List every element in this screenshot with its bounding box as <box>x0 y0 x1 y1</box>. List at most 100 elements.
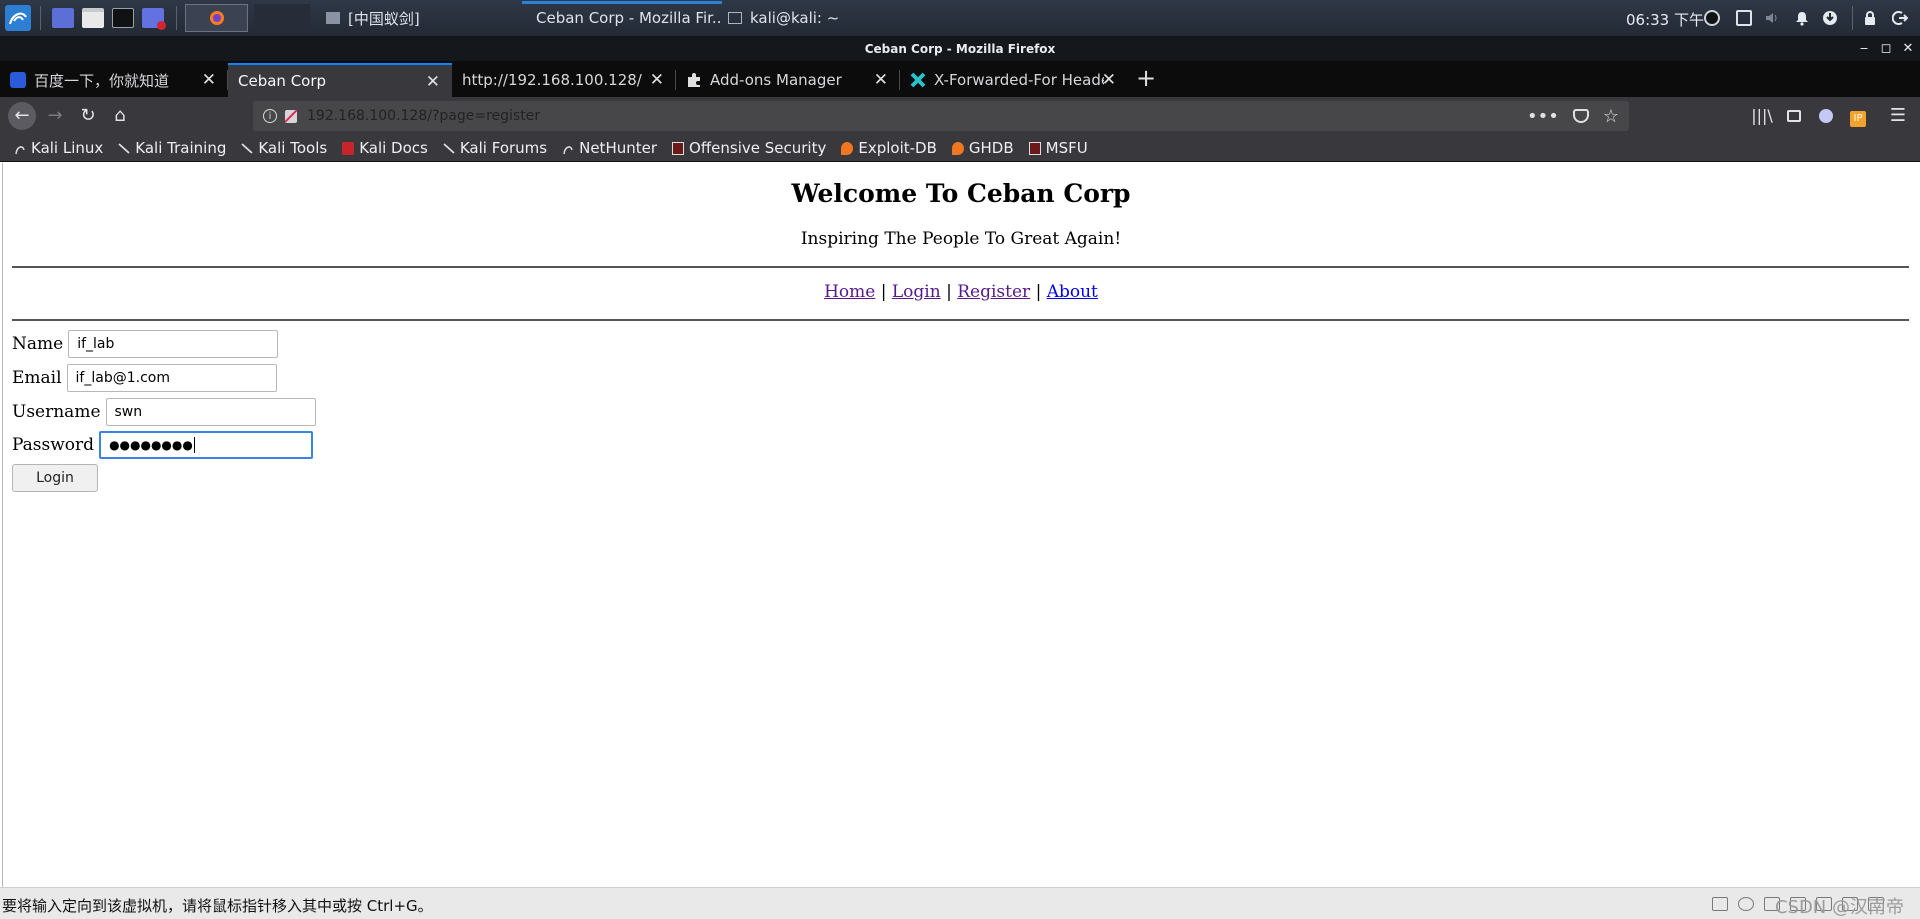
bookmark-kali-training[interactable]: Kali Training <box>118 139 226 157</box>
reload-icon[interactable]: ↻ <box>74 102 102 130</box>
divider <box>12 319 1909 321</box>
forward-arrow-icon[interactable]: → <box>41 102 69 130</box>
taskbar-item-firefox[interactable]: Ceban Corp - Mozilla Fir... <box>522 1 722 32</box>
url-bar[interactable]: i 192.168.100.128 /?page=register ••• ☆ <box>253 101 1629 131</box>
taskbar-item-antsword[interactable]: [中国蚁剑] <box>320 4 520 32</box>
bookmark-kali-tools[interactable]: Kali Tools <box>241 139 327 157</box>
network-icon[interactable] <box>1822 10 1838 26</box>
tab-label: X-Forwarded-For Heade <box>934 71 1104 89</box>
tab-addons-manager[interactable]: Add-ons Manager ✕ <box>676 63 900 97</box>
panel-separator <box>1852 6 1853 30</box>
workspace-switcher[interactable] <box>254 4 310 32</box>
bookmark-nethunter[interactable]: NetHunter <box>562 139 657 157</box>
name-field[interactable]: if_lab <box>68 330 279 358</box>
info-icon[interactable]: i <box>263 109 277 123</box>
name-row: Name if_lab <box>12 330 279 358</box>
taskbar-item-terminal[interactable]: kali@kali: ~ <box>722 4 922 32</box>
back-arrow-icon[interactable]: ← <box>8 102 36 130</box>
bookmark-kali-docs[interactable]: Kali Docs <box>342 139 428 157</box>
bookmark-msfu[interactable]: MSFU <box>1028 139 1088 157</box>
page-title: Welcome To Ceban Corp <box>791 179 1131 208</box>
username-field[interactable]: swn <box>105 398 316 426</box>
tab-close-icon[interactable]: ✕ <box>874 70 888 90</box>
panel-separator <box>176 6 177 30</box>
taskbar-item-label: kali@kali: ~ <box>750 9 840 27</box>
divider <box>12 266 1909 268</box>
home-icon[interactable]: ⌂ <box>106 102 134 130</box>
cd-drive-icon[interactable] <box>1738 897 1754 911</box>
minimize-icon[interactable]: ‒ <box>1854 37 1874 61</box>
bookmark-star-icon[interactable]: ☆ <box>1603 106 1619 127</box>
tab-close-icon[interactable]: ✕ <box>1102 70 1116 90</box>
kali-dragon-icon <box>563 145 573 154</box>
display-icon[interactable] <box>1736 10 1752 26</box>
logout-icon[interactable] <box>1892 10 1908 26</box>
volume-icon[interactable] <box>1764 10 1780 26</box>
tab-x-forwarded-for[interactable]: X-Forwarded-For Heade ✕ <box>900 63 1124 97</box>
navigation-toolbar: ← → ↻ ⌂ i 192.168.100.128 /?page=registe… <box>0 97 1920 135</box>
maximize-icon[interactable]: ◻ <box>1876 37 1896 61</box>
pocket-icon[interactable] <box>1572 109 1589 123</box>
baidu-icon <box>10 72 26 88</box>
notifications-icon[interactable] <box>1794 10 1810 26</box>
bookmark-kali-linux[interactable]: Kali Linux <box>14 139 103 157</box>
ghdb-icon <box>951 141 964 155</box>
page-actions-icon[interactable]: ••• <box>1527 106 1559 127</box>
kali-dragon-icon <box>118 142 130 154</box>
x-forwarded-icon <box>910 72 926 88</box>
tab-close-icon[interactable]: ✕ <box>426 72 440 92</box>
email-row: Email if_lab@1.com <box>12 364 277 392</box>
tab-label: Ceban Corp <box>238 72 327 90</box>
bookmark-kali-forums[interactable]: Kali Forums <box>443 139 547 157</box>
new-tab-button[interactable]: + <box>1136 66 1156 90</box>
tab-ceban-corp[interactable]: Ceban Corp ✕ <box>228 63 452 97</box>
insecure-lock-icon[interactable] <box>284 109 298 123</box>
nav-link-about[interactable]: About <box>1047 282 1098 302</box>
bookmark-label: Offensive Security <box>689 139 827 157</box>
bookmarks-toolbar: Kali Linux Kali Training Kali Tools Kali… <box>0 135 1920 162</box>
sidebar-icon[interactable] <box>1780 102 1808 130</box>
hamburger-menu-icon[interactable]: ☰ <box>1884 102 1912 130</box>
panel-clock[interactable]: 06:33 下午 <box>1626 9 1704 30</box>
bookmark-label: NetHunter <box>579 139 658 157</box>
hard-disk-icon[interactable] <box>1712 897 1728 911</box>
ip-extension-icon[interactable]: IP <box>1844 102 1872 130</box>
screen-recorder-icon[interactable] <box>142 8 166 30</box>
library-icon[interactable]: |||\ <box>1748 102 1776 130</box>
account-icon[interactable] <box>1812 102 1840 130</box>
record-icon[interactable] <box>1704 10 1720 26</box>
file-manager-icon[interactable] <box>82 8 104 28</box>
tab-strip: 百度一下，你就知道 ✕ Ceban Corp ✕ http://192.168.… <box>0 61 1920 97</box>
show-desktop-icon[interactable] <box>52 8 74 28</box>
csdn-watermark: CSDN @汉南帝 <box>1774 897 1904 918</box>
email-label: Email <box>12 368 62 388</box>
email-field[interactable]: if_lab@1.com <box>66 364 277 392</box>
taskbar-item-label: Ceban Corp - Mozilla Fir... <box>536 9 722 27</box>
login-button[interactable]: Login <box>12 464 98 492</box>
offsec-icon <box>672 141 685 155</box>
bookmark-label: Kali Tools <box>258 139 328 157</box>
bookmark-label: Kali Docs <box>359 139 428 157</box>
tab-close-icon[interactable]: ✕ <box>202 70 216 90</box>
close-icon[interactable]: ✕ <box>1898 37 1918 61</box>
password-row: Password ●●●●●●●● <box>12 431 314 459</box>
firefox-launcher-icon[interactable] <box>185 4 248 32</box>
tab-close-icon[interactable]: ✕ <box>650 70 664 90</box>
nav-link-register[interactable]: Register <box>957 282 1030 302</box>
username-row: Username swn <box>12 398 316 426</box>
bookmark-label: Kali Linux <box>31 139 104 157</box>
nav-link-home[interactable]: Home <box>824 282 875 302</box>
nav-link-login[interactable]: Login <box>892 282 941 302</box>
password-field[interactable]: ●●●●●●●● <box>99 431 314 459</box>
tab-ip-address[interactable]: http://192.168.100.128/ ✕ <box>452 63 676 97</box>
lock-screen-icon[interactable] <box>1862 10 1878 26</box>
tab-baidu[interactable]: 百度一下，你就知道 ✕ <box>0 63 228 97</box>
bookmark-exploit-db[interactable]: Exploit-DB <box>841 139 937 157</box>
bookmark-ghdb[interactable]: GHDB <box>951 139 1014 157</box>
kali-dragon-icon <box>443 142 455 154</box>
kali-menu-icon[interactable] <box>5 5 31 31</box>
bookmark-offensive-security[interactable]: Offensive Security <box>672 139 826 157</box>
bookmark-label: Exploit-DB <box>858 139 937 157</box>
terminal-icon[interactable] <box>112 8 134 28</box>
tab-label: Add-ons Manager <box>710 71 842 89</box>
